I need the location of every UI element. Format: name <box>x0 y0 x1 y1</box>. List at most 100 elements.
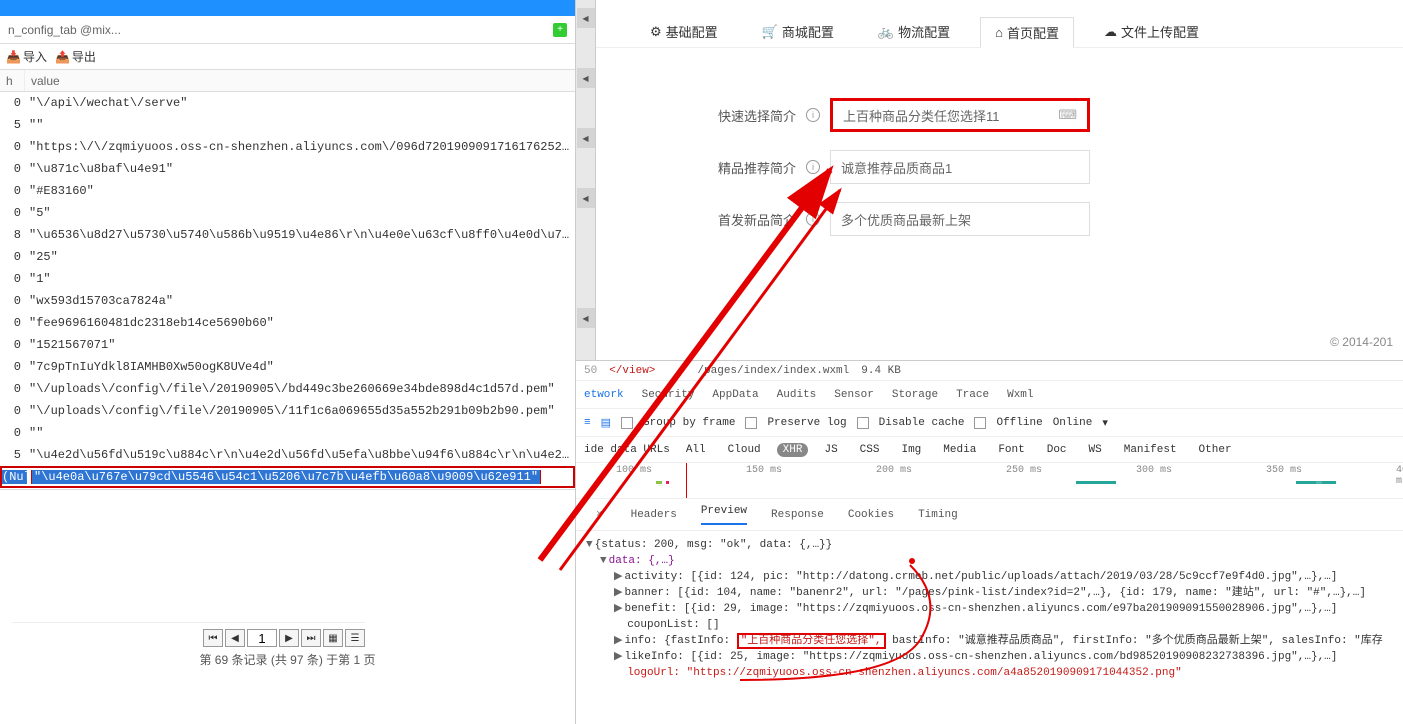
devtools-tab[interactable]: Security <box>642 389 695 401</box>
filter-icon[interactable]: ▤ <box>601 416 611 430</box>
table-row[interactable]: 0"\/api\/wechat\/serve" <box>0 92 575 114</box>
collapse-arrow-icon[interactable]: ◀ <box>577 308 595 328</box>
recommend-input[interactable]: 诚意推荐品质商品1 <box>830 150 1090 184</box>
table-body: 0"\/api\/wechat\/serve"5""0"https:\/\/zq… <box>0 92 575 490</box>
next-page-button[interactable]: ▶ <box>279 629 299 647</box>
tab-timing[interactable]: Timing <box>918 509 958 521</box>
close-icon[interactable]: × <box>596 509 603 521</box>
status-bar: 第 69 条记录 (共 97 条) 于第 1 页 <box>0 651 575 668</box>
tab-headers[interactable]: Headers <box>631 509 677 521</box>
devtools-tab[interactable]: Audits <box>777 389 817 401</box>
config-tabs: ⚙ 基础配置 🛒 商城配置 🚲 物流配置 ⌂ 首页配置 ☁ 文件上传配置 <box>596 0 1403 48</box>
code-fragment: </view> <box>609 365 655 377</box>
config-tab[interactable]: ☁ 文件上传配置 <box>1090 16 1213 47</box>
table-row[interactable]: 0"7c9pTnIuYdkl8IAMHB0Xw50ogK8UVe4d" <box>0 356 575 378</box>
devtools-tab[interactable]: Trace <box>956 389 989 401</box>
tab-cookies[interactable]: Cookies <box>848 509 894 521</box>
waterfall-tick: 100 ms <box>616 465 652 476</box>
filter-cloud[interactable]: Cloud <box>722 443 767 457</box>
filter-css[interactable]: CSS <box>854 443 886 457</box>
db-tab[interactable]: n_config_tab @mix... <box>8 23 121 37</box>
preserve-log-checkbox[interactable] <box>745 417 757 429</box>
group-by-frame-checkbox[interactable] <box>621 417 633 429</box>
import-button[interactable]: 📥 导入 <box>6 48 47 65</box>
collapse-arrow-icon[interactable]: ◀ <box>577 188 595 208</box>
chevron-down-icon[interactable]: ▾ <box>1102 416 1108 430</box>
devtools-tab[interactable]: Sensor <box>834 389 874 401</box>
table-row[interactable]: 5"\u4e2d\u56fd\u519c\u884c\r\n\u4e2d\u56… <box>0 444 575 466</box>
page-number-input[interactable] <box>247 629 277 647</box>
table-row[interactable]: 0"https:\/\/zqmiyuoos.oss-cn-shenzhen.al… <box>0 136 575 158</box>
filter-media[interactable]: Media <box>937 443 982 457</box>
devtools-tab[interactable]: Wxml <box>1007 389 1033 401</box>
view-icon[interactable]: ≡ <box>584 417 591 429</box>
request-detail-tabs: × Headers Preview Response Cookies Timin… <box>576 499 1403 531</box>
last-page-button[interactable]: ⏭ <box>301 629 321 647</box>
fast-info-input[interactable]: 上百种商品分类任您选择11 ⌨ <box>830 98 1090 132</box>
network-waterfall[interactable]: 100 ms150 ms200 ms250 ms300 ms350 ms400 … <box>576 463 1403 499</box>
form-label: 精品推荐简介 <box>676 158 796 177</box>
table-row[interactable]: 0"wx593d15703ca7824a" <box>0 290 575 312</box>
filter-all[interactable]: All <box>680 443 712 457</box>
devtools-tab[interactable]: AppData <box>712 389 758 401</box>
first-page-button[interactable]: ⏮ <box>203 629 223 647</box>
prev-page-button[interactable]: ◀ <box>225 629 245 647</box>
collapse-arrow-icon[interactable]: ◀ <box>577 8 595 28</box>
json-preview[interactable]: ▼{status: 200, msg: "ok", data: {,…}} ▼d… <box>576 531 1403 687</box>
config-tab[interactable]: 🚲 物流配置 <box>864 16 964 47</box>
col-value[interactable]: value <box>25 70 575 91</box>
table-row[interactable]: 0"5" <box>0 202 575 224</box>
filter-xhr[interactable]: XHR <box>777 443 809 457</box>
tab-response[interactable]: Response <box>771 509 824 521</box>
table-row-selected[interactable]: (Null)"\u4e0a\u767e\u79cd\u5546\u54c1\u5… <box>0 466 575 488</box>
kbd-icon: ⌨ <box>1058 107 1077 123</box>
config-tab[interactable]: ⚙ 基础配置 <box>636 16 732 47</box>
info-icon[interactable]: i <box>806 212 820 226</box>
offline-checkbox[interactable] <box>974 417 986 429</box>
filter-font[interactable]: Font <box>992 443 1030 457</box>
form-label: 快速选择简介 <box>676 106 796 125</box>
devtools-path-bar: 50 </view> /pages/index/index.wxml 9.4 K… <box>576 361 1403 381</box>
filter-ws[interactable]: WS <box>1083 443 1108 457</box>
grid-view-button[interactable]: ▦ <box>323 629 343 647</box>
collapse-arrow-icon[interactable]: ◀ <box>577 68 595 88</box>
waterfall-cursor <box>686 463 687 498</box>
table-row[interactable]: 0"#E83160" <box>0 180 575 202</box>
window-title-bar <box>0 0 575 16</box>
import-icon: 📥 <box>6 50 21 64</box>
table-row[interactable]: 0"25" <box>0 246 575 268</box>
filter-img[interactable]: Img <box>895 443 927 457</box>
waterfall-tick: 400 ms <box>1396 465 1403 487</box>
info-icon[interactable]: i <box>806 108 820 122</box>
config-tab[interactable]: 🛒 商城配置 <box>748 16 848 47</box>
devtools-tab[interactable]: Storage <box>892 389 938 401</box>
filter-other[interactable]: Other <box>1193 443 1238 457</box>
table-row[interactable]: 0"1" <box>0 268 575 290</box>
new-product-input[interactable]: 多个优质商品最新上架 <box>830 202 1090 236</box>
table-row[interactable]: 0"\/uploads\/config\/file\/20190905\/11f… <box>0 400 575 422</box>
table-header: h value <box>0 70 575 92</box>
table-row[interactable]: 0"\/uploads\/config\/file\/20190905\/bd4… <box>0 378 575 400</box>
add-tab-button[interactable]: + <box>553 23 567 37</box>
table-row[interactable]: 5"" <box>0 114 575 136</box>
table-row[interactable]: 0"" <box>0 422 575 444</box>
config-tab[interactable]: ⌂ 首页配置 <box>980 17 1074 48</box>
col-h[interactable]: h <box>0 70 25 91</box>
devtools-tab[interactable]: etwork <box>584 389 624 401</box>
table-row[interactable]: 0"1521567071" <box>0 334 575 356</box>
form-row-fast: 快速选择简介 i 上百种商品分类任您选择11 ⌨ <box>676 98 1403 132</box>
filter-js[interactable]: JS <box>818 443 843 457</box>
file-path: /pages/index/index.wxml <box>697 365 849 377</box>
filter-manifest[interactable]: Manifest <box>1118 443 1183 457</box>
table-row[interactable]: 8"\u6536\u8d27\u5730\u5740\u586b\u9519\u… <box>0 224 575 246</box>
disable-cache-checkbox[interactable] <box>857 417 869 429</box>
tab-preview[interactable]: Preview <box>701 505 747 525</box>
info-icon[interactable]: i <box>806 160 820 174</box>
export-button[interactable]: 📤 导出 <box>55 48 96 65</box>
hide-data-urls[interactable]: ide data URLs <box>584 444 670 456</box>
form-view-button[interactable]: ☰ <box>345 629 365 647</box>
collapse-arrow-icon[interactable]: ◀ <box>577 128 595 148</box>
table-row[interactable]: 0"\u871c\u8baf\u4e91" <box>0 158 575 180</box>
table-row[interactable]: 0"fee9696160481dc2318eb14ce5690b60" <box>0 312 575 334</box>
filter-doc[interactable]: Doc <box>1041 443 1073 457</box>
